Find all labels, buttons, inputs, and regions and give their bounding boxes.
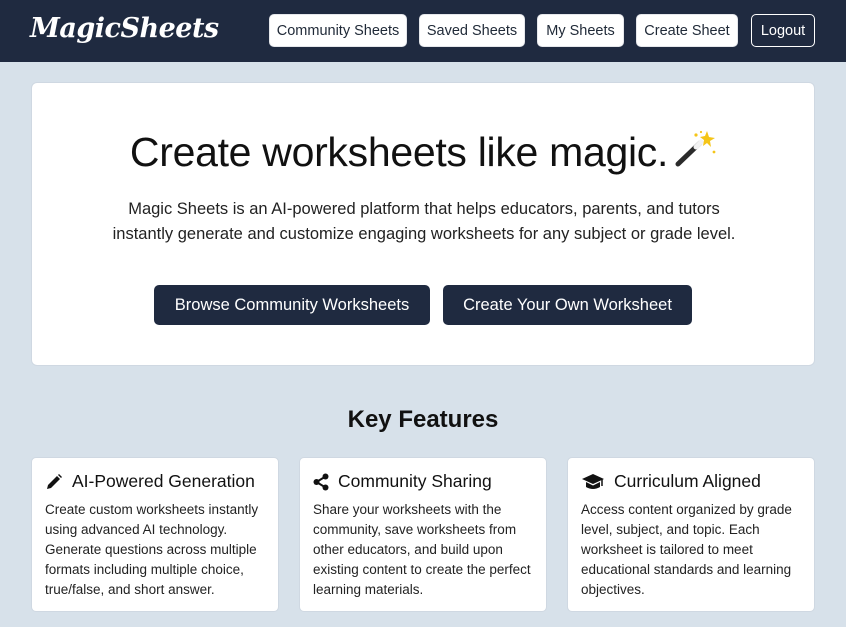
feature-card-title: AI-Powered Generation [45,471,255,492]
logo[interactable]: MagicSheets [30,13,219,44]
logout-button[interactable]: Logout [751,14,815,47]
nav-community-sheets-button[interactable]: Community Sheets [269,14,407,47]
top-navbar: MagicSheets Community Sheets Saved Sheet… [0,0,846,62]
feature-card-title-text: Curriculum Aligned [614,471,761,491]
nav-my-sheets-button[interactable]: My Sheets [537,14,624,47]
browse-community-worksheets-button[interactable]: Browse Community Worksheets [154,285,430,325]
hero-title-text: Create worksheets like magic. [129,129,669,175]
nav-saved-sheets-button[interactable]: Saved Sheets [419,14,525,47]
share-icon [313,473,329,491]
feature-card-curriculum-aligned: Curriculum Aligned Access content organi… [567,457,815,612]
feature-card-title-text: AI-Powered Generation [72,471,255,491]
graduation-cap-icon [581,473,605,491]
feature-card-title: Community Sharing [313,471,492,492]
hero-title: Create worksheets like magic. [32,128,816,176]
feature-card-ai-generation: AI-Powered Generation Create custom work… [31,457,279,612]
magic-wand-icon [674,128,718,168]
hero-description: Magic Sheets is an AI-powered platform t… [112,200,736,243]
feature-card-title: Curriculum Aligned [581,471,761,492]
create-own-worksheet-button[interactable]: Create Your Own Worksheet [443,285,692,325]
feature-card-body: Share your worksheets with the community… [313,502,531,597]
key-features-heading: Key Features [347,406,499,433]
nav-create-sheet-button[interactable]: Create Sheet [636,14,738,47]
feature-card-title-text: Community Sharing [338,471,492,491]
feature-card-community-sharing: Community Sharing Share your worksheets … [299,457,547,612]
hero-card: Create worksheets like magic. Magic Shee… [31,82,815,366]
feature-card-body: Create custom worksheets instantly using… [45,502,259,597]
feature-card-body: Access content organized by grade level,… [581,502,792,597]
pencil-icon [45,473,63,491]
